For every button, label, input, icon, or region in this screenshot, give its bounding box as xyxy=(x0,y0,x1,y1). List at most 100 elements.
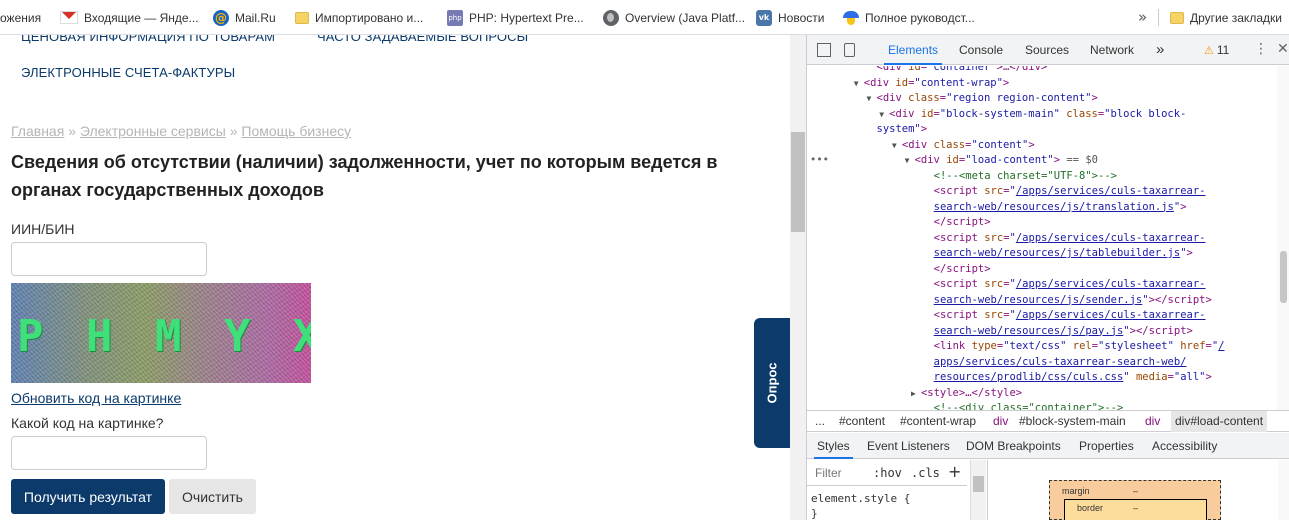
bookmark-yandex-inbox[interactable]: Входящие — Янде... xyxy=(60,0,199,35)
bookmark-label: Полное руководст... xyxy=(865,10,975,25)
breadcrumb-node[interactable]: div xyxy=(1145,411,1160,432)
tab-sources[interactable]: Sources xyxy=(1025,35,1069,65)
breadcrumb-node[interactable]: #content xyxy=(839,411,885,432)
breadcrumb-node[interactable]: div xyxy=(993,411,1008,432)
breadcrumb-node[interactable]: #block-system-main xyxy=(1019,411,1126,432)
nav-price-info[interactable]: ЦЕНОВАЯ ИНФОРМАЦИЯ ПО ТОВАРАМ xyxy=(21,35,275,44)
dom-node-text: <!--<meta charset="UTF-8">--> xyxy=(933,169,1117,182)
box-model-border-label: border xyxy=(1077,503,1104,513)
expand-arrow-icon[interactable]: ▶ xyxy=(911,386,916,402)
dom-node-text: search-web/resources/js/pay.js"></script… xyxy=(933,324,1193,337)
tab-console[interactable]: Console xyxy=(959,35,1003,65)
captcha-code: P H M Y X xyxy=(17,311,311,362)
bookmarks-overflow-button[interactable]: » xyxy=(1138,8,1147,26)
breadcrumb-e-services[interactable]: Электронные сервисы xyxy=(80,123,226,139)
more-tabs-button[interactable]: » xyxy=(1156,35,1164,65)
bookmark-label: Входящие — Янде... xyxy=(84,10,199,25)
class-toggle[interactable]: .cls xyxy=(911,466,940,480)
captcha-input[interactable] xyxy=(11,436,207,470)
dom-node-text: <div id="container">…</div> xyxy=(876,66,1048,73)
box-model-border: border – xyxy=(1064,499,1207,520)
iin-label: ИИН/БИН xyxy=(11,221,75,237)
bookmark-label: Mail.Ru xyxy=(235,10,276,25)
bookmark-label: Импортировано и... xyxy=(315,10,424,25)
dom-breadcrumb: ... #content #content-wrap div #block-system… xyxy=(807,410,1289,432)
dom-node-text: </script> xyxy=(933,262,991,275)
survey-tab-label: Опрос xyxy=(764,362,780,404)
tab-styles[interactable]: Styles xyxy=(814,433,853,459)
expand-arrow-icon[interactable]: ▼ xyxy=(854,76,859,92)
dom-node-text: apps/services/culs-taxarrear-search-web/ xyxy=(933,355,1187,368)
refresh-captcha-link[interactable]: Обновить код на картинке xyxy=(11,390,181,406)
survey-tab[interactable]: Опрос xyxy=(754,318,790,448)
dom-node-text: <div class="region region-content"> xyxy=(876,92,1098,104)
warnings-count: 11 xyxy=(1216,43,1230,57)
tab-event-listeners[interactable]: Event Listeners xyxy=(867,433,950,459)
tab-network[interactable]: Network xyxy=(1090,35,1134,65)
box-model-border-value[interactable]: – xyxy=(1133,503,1138,513)
expand-arrow-icon[interactable]: ▼ xyxy=(905,153,910,169)
folder-icon xyxy=(295,11,309,24)
styles-pane: Filter :hov .cls + element.style { } xyxy=(807,460,967,520)
bookmark-other-folder[interactable]: Другие закладки xyxy=(1170,0,1282,35)
warnings-counter[interactable]: ⚠ 11 xyxy=(1204,43,1229,57)
nav-e-invoices[interactable]: ЭЛЕКТРОННЫЕ СЧЕТА-ФАКТУРЫ xyxy=(21,65,235,80)
expand-arrow-icon[interactable]: ▼ xyxy=(879,107,884,123)
styles-scrollbar-thumb[interactable] xyxy=(973,476,984,492)
hover-state-toggle[interactable]: :hov xyxy=(873,466,902,480)
box-model-scrollbar[interactable] xyxy=(1278,460,1289,520)
page-scrollbar-thumb[interactable] xyxy=(791,132,805,232)
page-scrollbar[interactable] xyxy=(790,35,806,520)
globe-icon xyxy=(603,9,619,26)
dom-tree[interactable]: <div id="container">…</div> ▼ <div id="con… xyxy=(807,66,1277,410)
nav-faq[interactable]: ЧАСТО ЗАДАВАЕМЫЕ ВОПРОСЫ xyxy=(317,35,528,44)
bookmark-guide[interactable]: Полное руководст... xyxy=(843,0,975,35)
tab-dom-breakpoints[interactable]: DOM Breakpoints xyxy=(966,433,1061,459)
tab-accessibility[interactable]: Accessibility xyxy=(1152,433,1217,459)
breadcrumb-separator: » xyxy=(68,123,76,139)
box-model-margin-value[interactable]: – xyxy=(1133,486,1138,496)
bookmark-imported[interactable]: Импортировано и... xyxy=(295,0,423,35)
kebab-menu-icon[interactable]: ⋮ xyxy=(1254,41,1268,57)
styles-filter-input[interactable]: Filter xyxy=(815,466,842,480)
dom-node-text: <div id="block-system-main" class="block… xyxy=(889,107,1187,120)
breadcrumb: Главная » Электронные сервисы » Помощь б… xyxy=(11,123,351,139)
breadcrumb-node[interactable]: #content-wrap xyxy=(900,411,976,432)
breadcrumb-business-help[interactable]: Помощь бизнесу xyxy=(241,123,351,139)
element-style-rule[interactable]: element.style { } xyxy=(811,491,910,520)
node-actions-icon[interactable]: ••• xyxy=(810,153,829,169)
dom-scrollbar[interactable] xyxy=(1277,66,1289,410)
box-model-margin-label: margin xyxy=(1062,486,1090,496)
dom-node-text: resources/prodlib/css/culs.css" media="a… xyxy=(933,371,1212,383)
new-style-rule-button[interactable]: + xyxy=(948,462,961,481)
captcha-question-label: Какой код на картинке? xyxy=(11,415,164,431)
bookmark-java-overview[interactable]: Overview (Java Platf... xyxy=(603,0,745,35)
inspect-element-icon[interactable] xyxy=(817,43,831,57)
clear-button[interactable]: Очистить xyxy=(169,479,256,514)
breadcrumb-node[interactable]: ... xyxy=(815,411,825,432)
breadcrumb-home[interactable]: Главная xyxy=(11,123,64,139)
bookmark-news[interactable]: vk Новости xyxy=(756,0,824,35)
dom-scrollbar-thumb[interactable] xyxy=(1280,251,1287,303)
bookmark-label: Overview (Java Platf... xyxy=(625,10,746,25)
expand-arrow-icon[interactable]: ▼ xyxy=(867,91,872,107)
bookmark-php[interactable]: php PHP: Hypertext Pre... xyxy=(447,0,584,35)
tab-elements[interactable]: Elements xyxy=(883,35,943,65)
dom-node-text: <style>…</style> xyxy=(920,386,1023,399)
bookmark-label: PHP: Hypertext Pre... xyxy=(469,10,584,25)
tab-properties[interactable]: Properties xyxy=(1079,433,1134,459)
dom-node-text: <div id="content-wrap"> xyxy=(863,76,1010,89)
breadcrumb-selected-node[interactable]: div#load-content xyxy=(1171,411,1268,432)
get-result-button[interactable]: Получить результат xyxy=(11,479,165,514)
expand-arrow-icon[interactable]: ▼ xyxy=(892,138,897,154)
ukraine-icon xyxy=(843,10,859,26)
iin-input[interactable] xyxy=(11,242,207,276)
dom-node-text: search-web/resources/js/translation.js"> xyxy=(933,200,1187,213)
bookmark-item[interactable]: ожения xyxy=(0,0,41,35)
divider xyxy=(987,460,988,520)
bookmark-mailru[interactable]: @ Mail.Ru xyxy=(213,0,276,35)
close-icon[interactable]: ✕ xyxy=(1277,41,1289,57)
styles-scrollbar[interactable] xyxy=(970,460,986,520)
dom-node-text: <div class="content"> xyxy=(901,138,1035,151)
device-toolbar-icon[interactable] xyxy=(844,43,855,57)
